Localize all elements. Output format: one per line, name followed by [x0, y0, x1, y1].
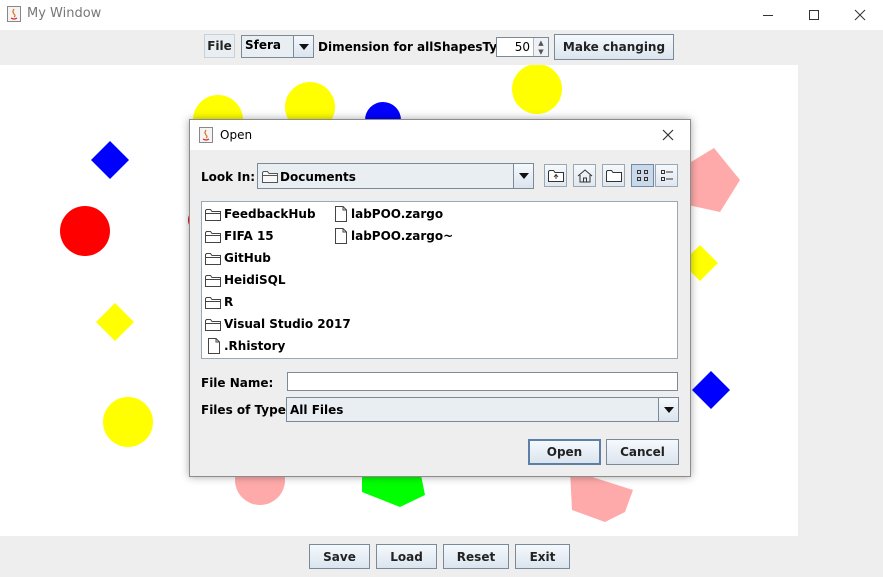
folder-icon	[205, 274, 221, 287]
files-of-type-select[interactable]: All Files	[286, 397, 679, 422]
list-item-label: FeedbackHub	[224, 207, 316, 221]
dialog-close-button[interactable]	[650, 120, 686, 150]
file-list[interactable]: FeedbackHub FIFA 15 GitHub HeidiSQL R Vi…	[201, 201, 678, 359]
home-button[interactable]	[573, 164, 596, 187]
folder-icon	[205, 296, 221, 309]
minimize-button[interactable]	[745, 0, 791, 30]
yellow-circle	[103, 397, 153, 447]
list-item-label: labPOO.zargo~	[351, 229, 454, 243]
close-icon	[854, 9, 866, 21]
shape-type-value: Sfera	[245, 38, 282, 52]
file-icon	[335, 206, 347, 222]
pink-pentagon	[686, 148, 740, 212]
folder-icon	[205, 252, 221, 265]
list-item[interactable]: GitHub	[205, 251, 271, 265]
list-item[interactable]: labPOO.zargo	[334, 206, 443, 222]
save-button[interactable]: Save	[309, 544, 370, 569]
look-in-select[interactable]: Documents	[257, 163, 534, 189]
blue-diamond	[91, 141, 129, 179]
file-name-input[interactable]	[287, 372, 678, 391]
up-folder-icon	[547, 170, 564, 182]
make-changing-button[interactable]: Make changing	[554, 34, 674, 60]
list-item-label: Visual Studio 2017	[224, 317, 351, 331]
dimension-spinner[interactable]: 50 ▲ ▼	[496, 37, 549, 57]
side-panel	[798, 65, 883, 536]
maximize-icon	[809, 10, 819, 20]
spinner-down-icon[interactable]: ▼	[534, 47, 548, 56]
list-view-icon	[636, 169, 648, 181]
yellow-circle	[512, 65, 562, 114]
up-folder-button[interactable]	[544, 164, 567, 187]
new-folder-button[interactable]	[602, 164, 625, 187]
close-button[interactable]	[837, 0, 883, 30]
details-view-icon	[660, 169, 673, 181]
maximize-button[interactable]	[791, 0, 837, 30]
list-item-label: GitHub	[224, 251, 271, 265]
home-icon	[577, 168, 592, 182]
file-name-label: File Name:	[201, 376, 274, 390]
chevron-down-icon	[513, 164, 533, 188]
list-view-button[interactable]	[631, 164, 654, 187]
folder-icon	[205, 230, 221, 243]
look-in-value: Documents	[280, 170, 356, 184]
folder-icon	[262, 170, 278, 186]
dialog-titlebar: Open	[190, 120, 690, 150]
reset-button[interactable]: Reset	[443, 544, 509, 569]
files-of-type-label: Files of Type:	[201, 403, 291, 417]
file-icon	[208, 338, 220, 354]
file-menu-button[interactable]: File	[204, 34, 235, 58]
folder-icon	[205, 318, 221, 331]
list-item[interactable]: R	[205, 295, 233, 309]
list-item[interactable]: FeedbackHub	[205, 207, 316, 221]
list-item-label: R	[224, 295, 234, 309]
list-item-label: HeidiSQL	[224, 273, 286, 287]
open-button[interactable]: Open	[528, 439, 601, 465]
close-icon	[662, 129, 674, 141]
window-title: My Window	[27, 6, 102, 21]
look-in-label: Look In:	[201, 170, 256, 184]
details-view-button[interactable]	[655, 164, 678, 187]
list-item[interactable]: HeidiSQL	[205, 273, 286, 287]
spinner-arrows[interactable]: ▲ ▼	[533, 38, 548, 56]
minimize-icon	[763, 15, 773, 16]
file-icon	[335, 228, 347, 244]
pink-pentagon	[570, 470, 633, 522]
load-button[interactable]: Load	[376, 544, 437, 569]
yellow-diamond	[96, 303, 134, 341]
folder-icon	[205, 208, 221, 221]
java-app-icon	[7, 6, 21, 22]
list-item-label: FIFA 15	[224, 229, 274, 243]
dimension-label: Dimension for allShapesTypes	[318, 40, 521, 54]
list-item[interactable]: Visual Studio 2017	[205, 317, 351, 331]
new-folder-icon	[605, 170, 622, 182]
list-item-label: labPOO.zargo	[351, 207, 444, 221]
java-app-icon	[199, 127, 213, 146]
list-item-label: .Rhistory	[224, 339, 286, 353]
window-titlebar: My Window	[0, 0, 883, 30]
bottom-bar: Save Load Reset Exit	[0, 536, 883, 577]
list-item[interactable]: labPOO.zargo~	[334, 228, 453, 244]
exit-button[interactable]: Exit	[515, 544, 570, 569]
toolbar: File Sfera Dimension for allShapesTypes …	[0, 30, 883, 65]
chevron-down-icon	[658, 398, 678, 421]
red-circle	[60, 206, 110, 256]
cancel-button[interactable]: Cancel	[606, 439, 679, 465]
chevron-down-icon	[293, 36, 313, 57]
blue-diamond	[692, 371, 730, 409]
dimension-value: 50	[514, 40, 530, 54]
dialog-title: Open	[220, 128, 253, 142]
shape-type-select[interactable]: Sfera	[241, 35, 314, 58]
spinner-up-icon[interactable]: ▲	[534, 38, 548, 47]
list-item[interactable]: .Rhistory	[207, 338, 285, 354]
open-file-dialog: Open Look In: Documents FeedbackHub FIFA…	[189, 119, 691, 477]
files-of-type-value: All Files	[290, 403, 344, 417]
list-item[interactable]: FIFA 15	[205, 229, 274, 243]
